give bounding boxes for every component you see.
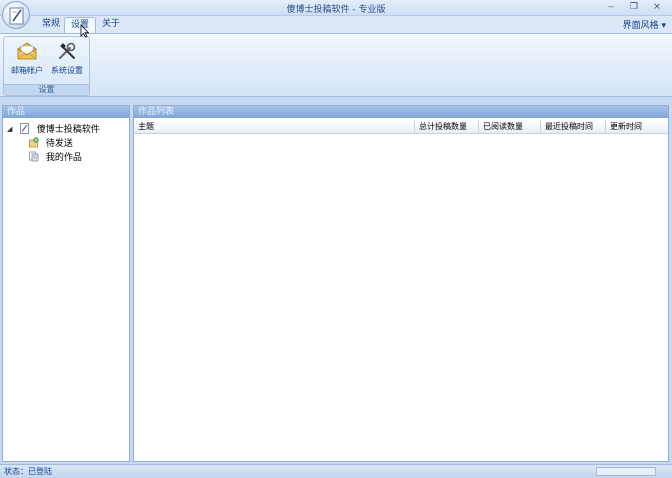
app-menu-button[interactable] <box>2 1 30 29</box>
app-logo-icon <box>9 7 24 25</box>
works-list-panel: 作品列表 主题 总计投稿数量 已阅读数量 最近投稿时间 更新时间 <box>133 105 669 462</box>
outbox-icon <box>29 137 39 148</box>
document-icon <box>19 123 29 134</box>
minimize-button[interactable]: ‒ <box>604 1 618 14</box>
works-panel: 作品 ◢ 傻博士投稿软件 待发送 我的作品 <box>2 105 130 462</box>
works-panel-header: 作品 <box>3 106 129 118</box>
tools-icon <box>58 42 76 60</box>
tree-expand-icon[interactable]: ◢ <box>7 125 17 133</box>
chevron-down-icon: ▾ <box>661 21 666 31</box>
maximize-button[interactable]: ❐ <box>627 1 641 14</box>
system-settings-label: 系统设置 <box>51 66 83 75</box>
column-header-total-submissions[interactable]: 总计投稿数量 <box>415 120 479 134</box>
tree-item-outbox-label: 待发送 <box>45 139 73 149</box>
ribbon-group-label: 设置 <box>4 84 89 95</box>
tree-item-my-works[interactable]: 我的作品 <box>29 150 82 163</box>
title-bar: 傻博士投稿软件 - 专业版 ‒ ❐ × <box>0 0 672 16</box>
tree-item-my-works-label: 我的作品 <box>45 153 82 163</box>
status-progress-bar <box>596 467 656 476</box>
tree-root-item[interactable]: ◢ 傻博士投稿软件 <box>7 122 100 135</box>
mail-icon <box>17 42 37 60</box>
works-icon <box>29 151 39 162</box>
status-text: 状态：已登陆 <box>4 467 52 476</box>
mouse-cursor-icon <box>80 24 90 38</box>
status-bar: 状态：已登陆 <box>0 464 672 478</box>
ribbon-tab-row: 常规 设置 关于 界面风格 ▾ <box>0 16 672 33</box>
mail-account-label: 邮箱帐户 <box>11 66 43 75</box>
ribbon-group-settings: 邮箱帐户 系统设置 设置 <box>3 36 90 96</box>
close-button[interactable]: × <box>650 1 664 14</box>
column-header-last-submission[interactable]: 最近投稿时间 <box>541 120 606 134</box>
tree-item-outbox[interactable]: 待发送 <box>29 136 73 149</box>
works-list-header: 作品列表 <box>134 106 668 118</box>
tree-root-label: 傻博士投稿软件 <box>36 125 100 135</box>
system-settings-button[interactable]: 系统设置 <box>47 40 87 80</box>
tab-about[interactable]: 关于 <box>96 17 126 33</box>
mail-account-button[interactable]: 邮箱帐户 <box>7 40 47 80</box>
column-header-updated[interactable]: 更新时间 <box>606 120 668 134</box>
window-title: 傻博士投稿软件 - 专业版 <box>286 5 386 15</box>
theme-menu[interactable]: 界面风格 ▾ <box>623 18 666 31</box>
table-header: 主题 总计投稿数量 已阅读数量 最近投稿时间 更新时间 <box>134 120 668 134</box>
theme-menu-label: 界面风格 <box>622 21 659 31</box>
tab-general[interactable]: 常规 <box>36 17 66 33</box>
column-header-read-count[interactable]: 已阅读数量 <box>479 120 541 134</box>
column-header-subject[interactable]: 主题 <box>134 120 415 134</box>
ribbon-panel: 邮箱帐户 系统设置 设置 <box>0 33 672 97</box>
